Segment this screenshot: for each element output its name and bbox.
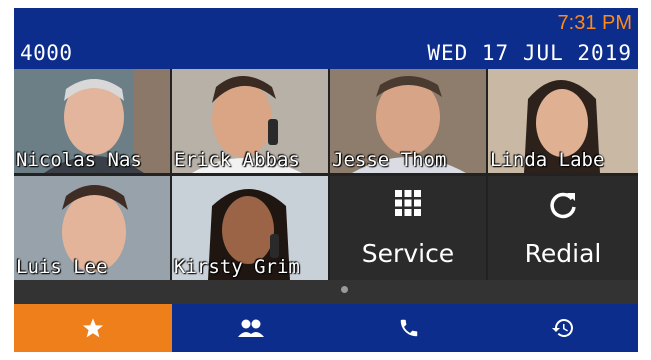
tab-contacts[interactable]: [172, 304, 330, 352]
speed-dial-grid: Nicolas Nas Erick Abbas Jesse Thom Linda…: [14, 69, 638, 280]
bottom-nav: [14, 304, 638, 352]
phone-screen: 4000 7:31 PM WED 17 JUL 2019 Nicolas Nas: [0, 0, 651, 360]
contact-tile-nicolas[interactable]: Nicolas Nas: [14, 69, 170, 173]
contact-tile-luis[interactable]: Luis Lee: [14, 176, 170, 280]
contact-tile-linda[interactable]: Linda Labe: [488, 69, 638, 173]
contact-name: Nicolas Nas: [16, 149, 142, 171]
star-icon: [82, 318, 104, 338]
contact-name: Linda Labe: [490, 149, 605, 171]
service-label: Service: [361, 239, 455, 268]
contact-tile-kirsty[interactable]: Kirsty Grim: [172, 176, 328, 280]
tab-history[interactable]: [488, 304, 638, 352]
contacts-icon: [238, 319, 264, 337]
page-indicator-bar: [14, 280, 638, 304]
tab-favorites[interactable]: [14, 304, 172, 352]
page-dot[interactable]: [341, 286, 348, 293]
redial-label: Redial: [524, 239, 602, 268]
status-header: 4000 7:31 PM WED 17 JUL 2019: [14, 8, 638, 69]
tab-calls[interactable]: [330, 304, 488, 352]
contact-tile-jesse[interactable]: Jesse Thom: [330, 69, 486, 173]
extension-number: 4000: [20, 41, 73, 65]
service-button[interactable]: Service: [330, 176, 486, 280]
clock-date: WED 17 JUL 2019: [427, 41, 632, 65]
clock-time: 7:31 PM: [557, 12, 632, 34]
grid-icon: [395, 190, 421, 216]
contact-name: Kirsty Grim: [174, 256, 300, 278]
redial-icon: [550, 192, 576, 219]
redial-button[interactable]: Redial: [488, 176, 638, 280]
phone-icon: [400, 319, 418, 337]
contact-name: Jesse Thom: [332, 149, 447, 171]
contact-name: Luis Lee: [16, 256, 108, 278]
history-icon: [552, 319, 573, 337]
contact-tile-erick[interactable]: Erick Abbas: [172, 69, 328, 173]
contact-name: Erick Abbas: [174, 149, 300, 171]
